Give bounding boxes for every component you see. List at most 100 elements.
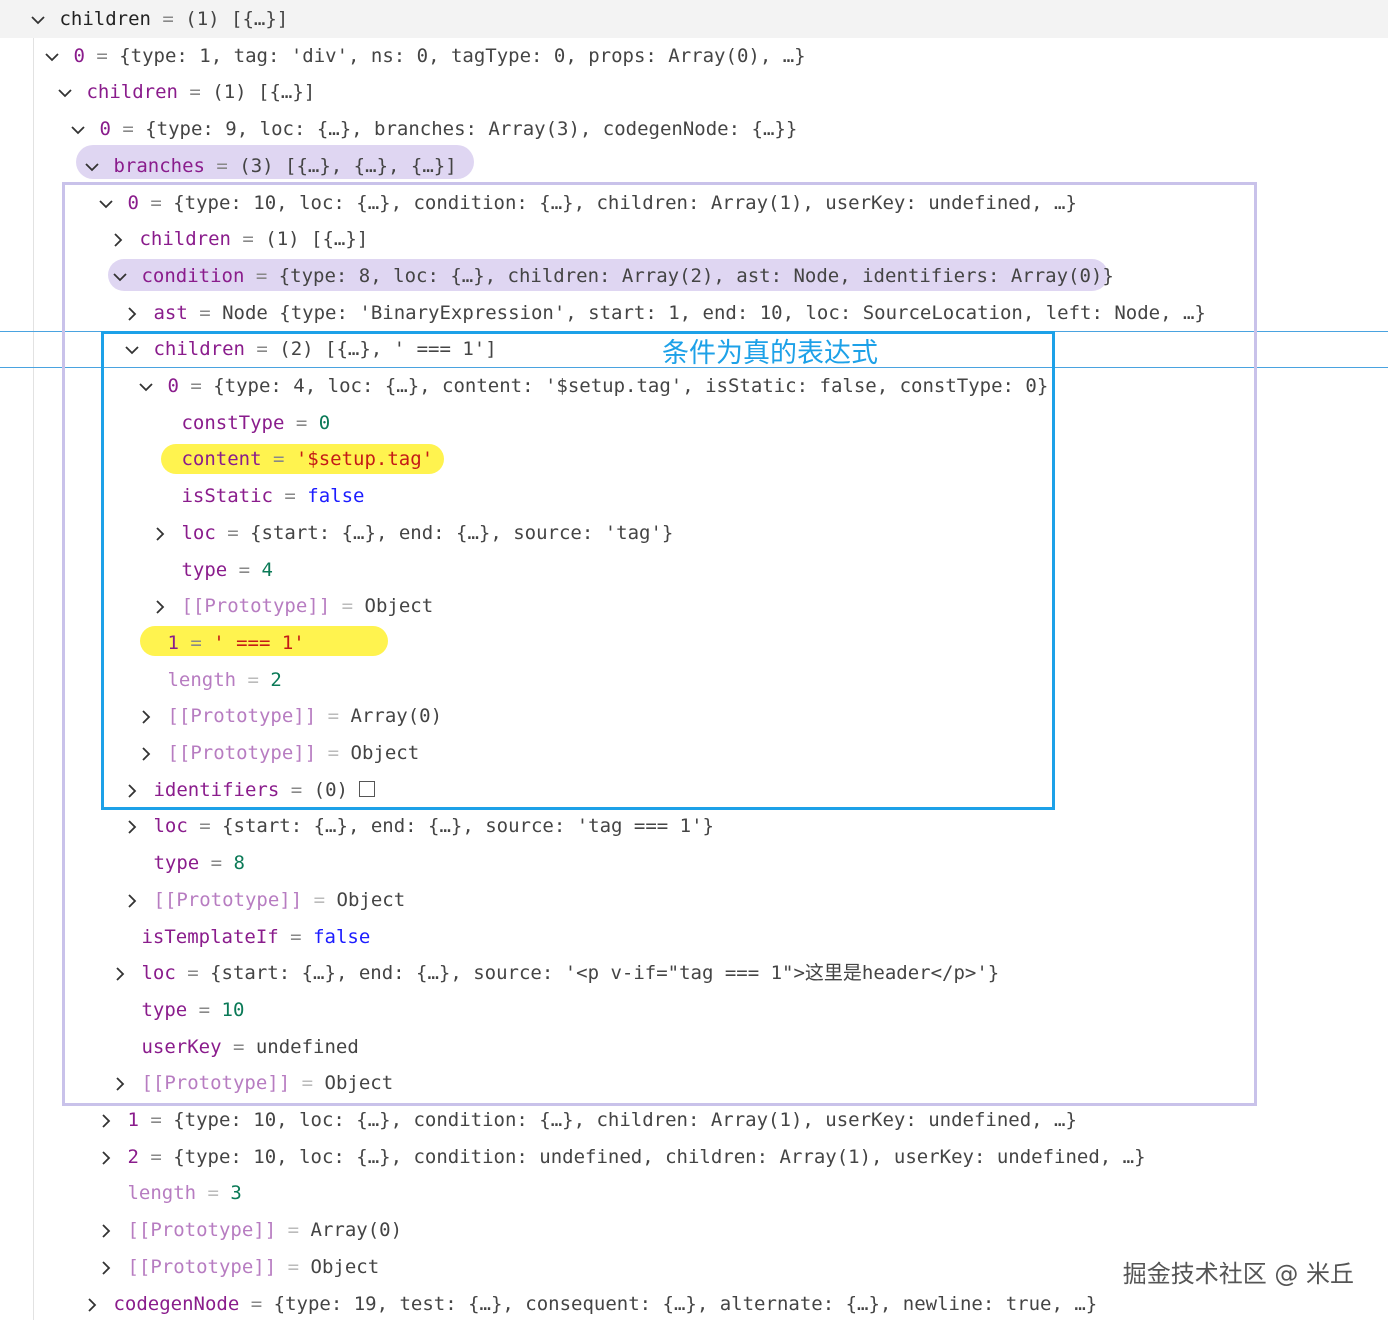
chevron-down-icon[interactable]	[96, 186, 116, 222]
equals-sign: =	[84, 45, 120, 67]
tree-row[interactable]: 0 = {type: 9, loc: {…}, branches: Array(…	[68, 111, 797, 147]
equals-sign: =	[178, 632, 214, 654]
chevron-right-icon[interactable]	[96, 1250, 116, 1286]
equals-sign: =	[290, 1072, 325, 1094]
tree-row: type = 8	[122, 845, 245, 881]
property-key: 1	[167, 632, 179, 654]
property-value: {start: {…}, end: {…}, source: '<p v-if=…	[210, 962, 1000, 984]
chevron-down-icon[interactable]	[110, 259, 130, 295]
tree-row: userKey = undefined	[110, 1029, 359, 1065]
equals-sign: =	[187, 302, 223, 324]
chevron-right-icon[interactable]	[96, 1103, 116, 1139]
tree-row[interactable]: [[Prototype]] = Object	[110, 1065, 393, 1101]
tree-row[interactable]: 0 = {type: 10, loc: {…}, condition: {…},…	[96, 185, 1077, 221]
tree-row[interactable]: 0 = {type: 1, tag: 'div', ns: 0, tagType…	[42, 38, 806, 74]
tree-row[interactable]: [[Prototype]] = Object	[150, 588, 433, 624]
tree-row[interactable]: condition = {type: 8, loc: {…}, children…	[110, 258, 1114, 294]
tree-row[interactable]: [[Prototype]] = Object	[96, 1249, 379, 1285]
chevron-right-icon[interactable]	[122, 883, 142, 919]
tree-row[interactable]: 2 = {type: 10, loc: {…}, condition: unde…	[96, 1139, 1146, 1175]
chevron-down-icon[interactable]	[82, 149, 102, 185]
equals-sign: =	[221, 1036, 256, 1058]
chevron-right-icon[interactable]	[136, 736, 156, 772]
chevron-right-icon[interactable]	[150, 589, 170, 625]
property-value: undefined	[255, 1036, 359, 1058]
tree-row: type = 10	[110, 992, 244, 1028]
property-value: Object	[310, 1256, 380, 1278]
property-value: (1) [{…}]	[185, 8, 289, 30]
chevron-right-icon[interactable]	[122, 773, 142, 809]
equals-sign: =	[215, 522, 251, 544]
tree-row[interactable]: branches = (3) [{…}, {…}, {…}]	[82, 148, 457, 184]
tree-row[interactable]: 0 = {type: 4, loc: {…}, content: '$setup…	[136, 368, 1048, 404]
tree-row[interactable]: loc = {start: {…}, end: {…}, source: 'ta…	[122, 808, 714, 844]
property-value: {type: 10, loc: {…}, condition: {…}, chi…	[173, 192, 1077, 214]
tree-row[interactable]: [[Prototype]] = Object	[136, 735, 419, 771]
chevron-down-icon[interactable]	[136, 369, 156, 405]
tree-row[interactable]: children = (1) [{…}]	[28, 1, 288, 37]
property-key: 0	[167, 375, 179, 397]
equals-sign: =	[187, 999, 222, 1021]
property-key: [[Prototype]]	[127, 1219, 277, 1241]
chevron-down-icon[interactable]	[28, 2, 48, 38]
equals-sign: =	[276, 1219, 311, 1241]
chevron-right-icon[interactable]	[82, 1287, 102, 1323]
tree-row[interactable]: loc = {start: {…}, end: {…}, source: 'ta…	[150, 515, 673, 551]
chevron-right-icon[interactable]	[122, 809, 142, 845]
tree-row: type = 4	[150, 552, 273, 588]
property-key: isStatic	[181, 485, 273, 507]
property-value: Object	[350, 742, 420, 764]
property-key: children	[59, 8, 151, 30]
property-value: {type: 4, loc: {…}, content: '$setup.tag…	[213, 375, 1049, 397]
property-value: 4	[261, 559, 273, 581]
chevron-right-icon[interactable]	[96, 1213, 116, 1249]
tree-row[interactable]: children = (1) [{…}]	[55, 74, 315, 110]
property-value: 8	[233, 852, 245, 874]
tree-row: content = '$setup.tag'	[150, 441, 433, 477]
equals-sign: =	[244, 338, 280, 360]
property-key: identifiers	[153, 779, 280, 801]
equals-sign: =	[138, 1146, 174, 1168]
property-key: [[Prototype]]	[141, 1072, 291, 1094]
equals-sign: =	[316, 705, 351, 727]
chevron-right-icon[interactable]	[136, 699, 156, 735]
property-value: {start: {…}, end: {…}, source: 'tag'}	[250, 522, 674, 544]
chevron-down-icon[interactable]	[55, 75, 75, 111]
equals-sign: =	[230, 228, 266, 250]
tree-row[interactable]: codegenNode = {type: 19, test: {…}, cons…	[82, 1286, 1097, 1322]
watermark: 掘金技术社区 @ 米丘	[1122, 1260, 1354, 1288]
chevron-down-icon[interactable]	[122, 332, 142, 368]
property-key: type	[153, 852, 200, 874]
property-key: loc	[141, 962, 176, 984]
chevron-right-icon[interactable]	[150, 516, 170, 552]
chevron-right-icon[interactable]	[108, 222, 128, 258]
tree-row[interactable]: loc = {start: {…}, end: {…}, source: '<p…	[110, 955, 999, 991]
equals-sign: =	[261, 448, 296, 470]
property-key: type	[181, 559, 228, 581]
chevron-right-icon[interactable]	[110, 956, 130, 992]
tree-row[interactable]: [[Prototype]] = Array(0)	[96, 1212, 402, 1248]
equals-sign: =	[177, 81, 213, 103]
chevron-right-icon[interactable]	[96, 1140, 116, 1176]
tree-row[interactable]: [[Prototype]] = Object	[122, 882, 405, 918]
property-value: {type: 8, loc: {…}, children: Array(2), …	[278, 265, 1114, 287]
tree-row[interactable]: identifiers = (0)	[122, 772, 376, 809]
tree-row[interactable]: [[Prototype]] = Array(0)	[136, 698, 442, 734]
tree-row[interactable]: 1 = {type: 10, loc: {…}, condition: {…},…	[96, 1102, 1077, 1138]
tree-row[interactable]: ast = Node {type: 'BinaryExpression', st…	[122, 295, 1206, 331]
tree-row: constType = 0	[150, 405, 330, 441]
tree-row[interactable]: children = (2) [{…}, ' === 1']	[122, 331, 497, 367]
property-key: length	[127, 1182, 197, 1204]
chevron-right-icon[interactable]	[110, 1066, 130, 1102]
chevron-right-icon[interactable]	[122, 296, 142, 332]
equals-sign: =	[236, 669, 271, 691]
equals-sign: =	[272, 485, 308, 507]
chevron-down-icon[interactable]	[42, 39, 62, 75]
empty-array-icon	[359, 781, 376, 797]
tree-row[interactable]: children = (1) [{…}]	[108, 221, 368, 257]
property-key: children	[139, 228, 231, 250]
equals-sign: =	[279, 779, 314, 801]
tree-row: isStatic = false	[150, 478, 364, 514]
chevron-down-icon[interactable]	[68, 112, 88, 148]
property-key: [[Prototype]]	[167, 742, 317, 764]
